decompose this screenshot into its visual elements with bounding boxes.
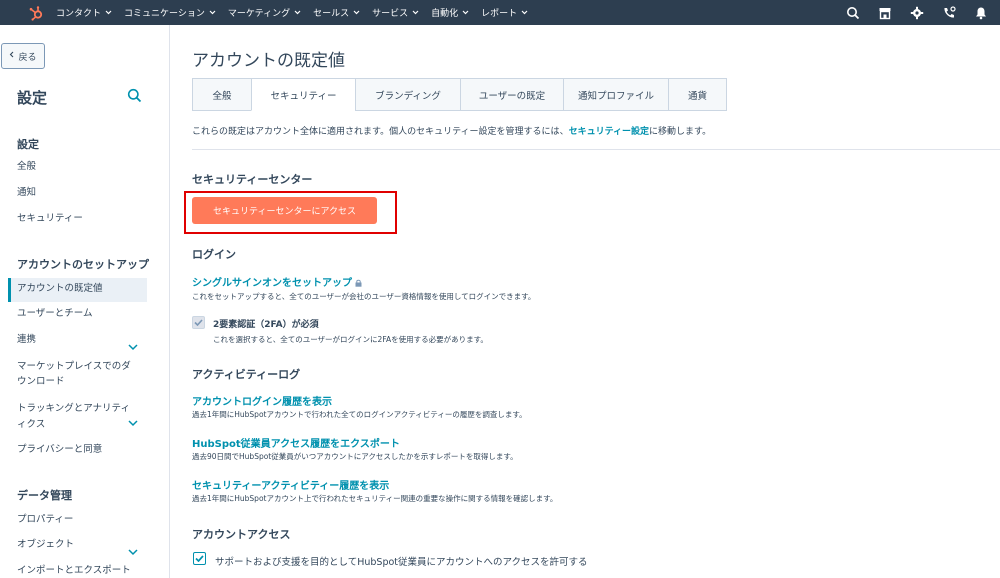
bell-icon[interactable]: [972, 4, 990, 22]
sidebar-item-users-teams[interactable]: ユーザーとチーム: [17, 305, 93, 323]
sidebar-section-settings: 設定: [17, 138, 39, 151]
chevron-left-icon: [9, 51, 14, 61]
export-employee-access-link[interactable]: HubSpot従業員アクセス履歴をエクスポート: [192, 435, 400, 450]
sidebar-item-privacy[interactable]: プライバシーと同意: [17, 441, 102, 459]
require-2fa-label: 2要素認証（2FA）が必須: [213, 320, 319, 330]
chevron-down-icon[interactable]: [128, 541, 138, 556]
tab-currency[interactable]: 通貨: [668, 78, 727, 111]
nav-sales[interactable]: セールス: [313, 6, 360, 19]
sidebar-item-general[interactable]: 全般: [17, 158, 36, 176]
security-center-heading: セキュリティーセンター: [192, 173, 313, 186]
sidebar-item-notifications[interactable]: 通知: [17, 184, 36, 202]
search-icon[interactable]: [844, 4, 862, 22]
sso-description: これをセットアップすると、全てのユーザーが会社のユーザー資格情報を使用してログイ…: [192, 292, 536, 301]
lock-icon: [355, 279, 362, 290]
tab-general[interactable]: 全般: [192, 78, 251, 111]
access-security-center-button[interactable]: セキュリティーセンターにアクセス: [192, 197, 377, 224]
security-activity-description: 過去1年間にHubSpotアカウント上で行われたセキュリティー関連の重要な操作に…: [192, 494, 558, 503]
allow-employee-access-checkbox[interactable]: [193, 552, 206, 565]
gear-icon[interactable]: [908, 4, 926, 22]
require-2fa-checkbox[interactable]: [192, 316, 205, 329]
top-navigation: コンタクト コミュニケーション マーケティング セールス サービス 自動化 レポ…: [0, 0, 1000, 25]
view-login-history-link[interactable]: アカウントログイン履歴を表示: [192, 393, 332, 408]
login-heading: ログイン: [192, 248, 236, 261]
main-content: アカウントの既定値 全般 セキュリティー ブランディング ユーザーの既定 通知プ…: [171, 25, 1000, 578]
marketplace-icon[interactable]: [876, 4, 894, 22]
chevron-down-icon: [294, 10, 301, 15]
account-access-heading: アカウントアクセス: [192, 528, 291, 541]
chevron-down-icon: [105, 10, 112, 15]
intro-text: これらの既定はアカウント全体に適用されます。個人のセキュリティー設定を管理するに…: [192, 127, 712, 137]
tab-branding[interactable]: ブランディング: [355, 78, 460, 111]
activity-log-heading: アクティビティーログ: [192, 368, 301, 381]
sidebar-item-properties[interactable]: プロパティー: [17, 511, 73, 529]
search-icon[interactable]: [127, 88, 143, 104]
sidebar-item-tracking-line2[interactable]: ィクス: [17, 416, 45, 434]
tab-user-defaults[interactable]: ユーザーの既定: [460, 78, 563, 111]
chevron-down-icon[interactable]: [128, 336, 138, 351]
settings-sidebar: 戻る 設定 設定 全般 通知 セキュリティー アカウントのセットアップ アカウン…: [0, 25, 170, 578]
sidebar-item-marketplace-line2[interactable]: ウンロード: [17, 373, 65, 391]
allow-employee-access-label: サポートおよび支援を目的としてHubSpot従業員にアカウントへのアクセスを許可…: [215, 557, 588, 568]
employee-access-description: 過去90日間でHubSpot従業員がいつアカウントにアクセスしたかを示すレポート…: [192, 452, 518, 461]
chevron-down-icon[interactable]: [128, 412, 138, 427]
tab-security[interactable]: セキュリティー: [251, 78, 355, 111]
nav-reports[interactable]: レポート: [481, 6, 528, 19]
sidebar-item-security[interactable]: セキュリティー: [17, 210, 83, 228]
chevron-down-icon: [412, 10, 419, 15]
setup-sso-link[interactable]: シングルサインオンをセットアップ: [192, 274, 362, 290]
require-2fa-description: これを選択すると、全てのユーザーがログインに2FAを使用する必要があります。: [213, 335, 488, 344]
sidebar-item-integrations[interactable]: 連携: [17, 331, 36, 349]
nav-communication[interactable]: コミュニケーション: [124, 6, 216, 19]
chevron-down-icon: [353, 10, 360, 15]
sidebar-section-data-management: データ管理: [17, 489, 72, 502]
divider: [192, 149, 1000, 150]
chevron-down-icon: [521, 10, 528, 15]
nav-automation[interactable]: 自動化: [431, 6, 469, 19]
chevron-down-icon: [209, 10, 216, 15]
back-button[interactable]: 戻る: [1, 43, 45, 69]
security-settings-link[interactable]: セキュリティー設定: [569, 127, 649, 137]
chevron-down-icon: [462, 10, 469, 15]
nav-marketing[interactable]: マーケティング: [228, 6, 301, 19]
nav-contacts[interactable]: コンタクト: [56, 6, 112, 19]
nav-right-icons: [844, 0, 990, 25]
page-title: アカウントの既定値: [192, 51, 345, 71]
view-security-activity-link[interactable]: セキュリティーアクティビティー履歴を表示: [192, 477, 389, 492]
tab-bar: 全般 セキュリティー ブランディング ユーザーの既定 通知プロファイル 通貨: [192, 78, 727, 111]
sidebar-title: 設定: [17, 89, 48, 107]
sidebar-item-objects[interactable]: オブジェクト: [17, 536, 74, 554]
hubspot-logo-icon[interactable]: [22, 0, 50, 25]
nav-service[interactable]: サービス: [372, 6, 419, 19]
sidebar-item-import-export[interactable]: インポートとエクスポート: [17, 562, 131, 578]
tab-notification-profiles[interactable]: 通知プロファイル: [563, 78, 668, 111]
sidebar-item-account-defaults[interactable]: アカウントの既定値: [17, 280, 103, 298]
login-history-description: 過去1年間にHubSpotアカウントで行われた全てのログインアクティビティーの履…: [192, 410, 527, 419]
phone-icon[interactable]: [940, 4, 958, 22]
sidebar-section-account-setup: アカウントのセットアップ: [17, 258, 149, 271]
